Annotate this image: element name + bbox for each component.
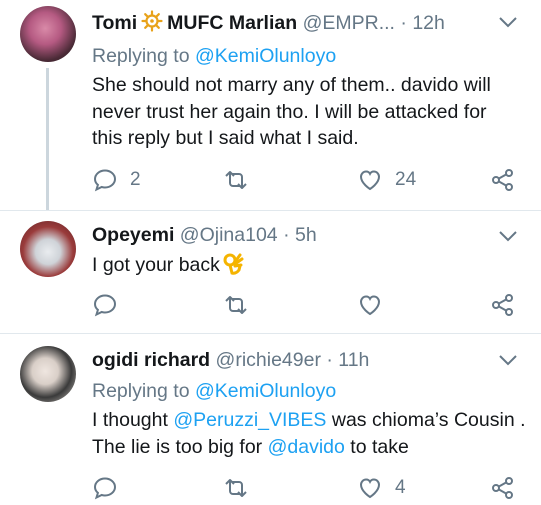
- ok-hand-icon: [223, 253, 244, 275]
- avatar[interactable]: [20, 221, 76, 277]
- tweet-text-part: I thought: [92, 409, 174, 431]
- replying-to-label: Replying to: [92, 380, 190, 402]
- share-icon: [492, 477, 513, 499]
- retweet-button[interactable]: [223, 167, 261, 193]
- author-name[interactable]: Opeyemi: [92, 224, 174, 246]
- replying-to: Replying to @KemiOlunloyo: [92, 44, 336, 68]
- tweet-text: She should not marry any of them.. david…: [92, 74, 491, 149]
- heart-icon: [359, 170, 381, 191]
- tweet-3[interactable]: ogidi richard @richie49er · 11h Replying…: [0, 334, 541, 505]
- share-button[interactable]: [490, 167, 516, 193]
- like-button[interactable]: 4: [357, 475, 406, 501]
- reply-button[interactable]: [92, 292, 130, 318]
- reply-icon: [93, 477, 117, 500]
- reply-button[interactable]: 2: [92, 167, 141, 193]
- share-button[interactable]: [490, 475, 516, 501]
- reply-icon: [93, 169, 117, 192]
- author-handle[interactable]: @Ojina104: [180, 224, 278, 246]
- heart-icon: [359, 295, 381, 316]
- heart-icon: [359, 478, 381, 499]
- author-handle[interactable]: @richie49er: [216, 349, 321, 371]
- tweet-text-row: I got your back: [92, 251, 532, 279]
- separator-dot: ·: [400, 12, 407, 34]
- avatar[interactable]: [20, 6, 76, 62]
- share-icon: [492, 169, 513, 191]
- separator-dot: ·: [326, 349, 333, 371]
- retweet-icon: [225, 171, 247, 189]
- timestamp[interactable]: 11h: [338, 349, 369, 371]
- share-button[interactable]: [490, 292, 516, 318]
- author-name[interactable]: ogidi richard: [92, 349, 210, 371]
- tweet-text: I got your back: [92, 254, 220, 276]
- like-button[interactable]: 24: [357, 167, 416, 193]
- chevron-down-icon[interactable]: [498, 15, 518, 29]
- reply-count: 2: [130, 169, 141, 190]
- author-handle[interactable]: @EMPR...: [303, 12, 395, 34]
- mention-link[interactable]: @Peruzzi_VIBES: [173, 409, 326, 431]
- chevron-down-icon[interactable]: [498, 229, 518, 243]
- tweet-text: I thought @Peruzzi_VIBES was chioma’s Co…: [92, 407, 532, 460]
- like-button[interactable]: [357, 292, 395, 318]
- retweet-icon: [225, 296, 247, 314]
- timestamp[interactable]: 12h: [412, 12, 445, 34]
- mention-link[interactable]: @davido: [268, 436, 345, 458]
- author-name-suffix[interactable]: MUFC Marlian: [167, 12, 297, 34]
- author-name[interactable]: Tomi: [92, 12, 137, 34]
- like-count: 24: [395, 169, 417, 190]
- retweet-button[interactable]: [223, 292, 261, 318]
- replying-to-label: Replying to: [92, 45, 190, 67]
- replying-to: Replying to @KemiOlunloyo: [92, 379, 336, 403]
- thread-line: [46, 68, 49, 210]
- ship-wheel-icon: [141, 10, 163, 32]
- retweet-button[interactable]: [223, 475, 261, 501]
- tweet-1[interactable]: Tomi MUFC Marlian @EMPR... · 12h Replyin…: [0, 0, 541, 210]
- reply-icon: [93, 294, 117, 317]
- share-icon: [492, 294, 513, 316]
- replying-to-mention[interactable]: @KemiOlunloyo: [195, 45, 336, 67]
- like-count: 4: [395, 477, 406, 498]
- avatar[interactable]: [20, 346, 76, 402]
- separator-dot: ·: [283, 224, 290, 246]
- tweet-text-part: to take: [344, 435, 409, 458]
- tweet-2[interactable]: Opeyemi @Ojina104 · 5h I got your back: [0, 211, 541, 333]
- retweet-icon: [225, 479, 247, 497]
- chevron-down-icon[interactable]: [498, 353, 518, 367]
- replying-to-mention[interactable]: @KemiOlunloyo: [195, 380, 336, 402]
- reply-button[interactable]: [92, 475, 130, 501]
- timestamp[interactable]: 5h: [295, 224, 317, 246]
